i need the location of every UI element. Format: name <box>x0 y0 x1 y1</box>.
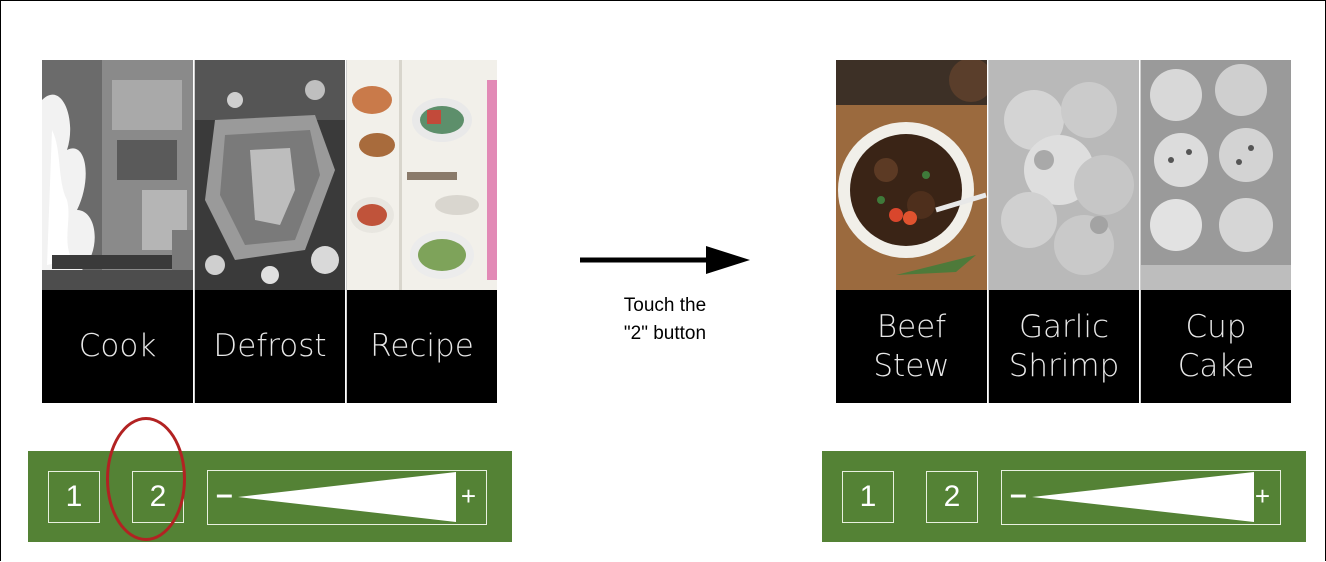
plus-icon[interactable]: + <box>1255 480 1270 512</box>
minus-icon[interactable]: – <box>1010 477 1027 513</box>
slider-wedge <box>1032 472 1254 522</box>
control-panel-before: 1 2 – + <box>28 451 512 542</box>
transition-arrow <box>578 240 753 280</box>
level-slider[interactable]: – + <box>207 470 487 525</box>
control-panel-after: 1 2 – + <box>822 451 1306 542</box>
highlight-circle <box>106 417 186 541</box>
level-slider[interactable]: – + <box>1001 470 1281 525</box>
tile-cook[interactable]: Cook <box>42 60 193 403</box>
tile-label: Garlic Shrimp <box>988 290 1139 403</box>
beef-stew-photo <box>836 60 987 290</box>
tile-label: Beef Stew <box>836 290 987 403</box>
tile-cup-cake[interactable]: Cup Cake <box>1140 60 1291 403</box>
slider-wedge <box>238 472 456 522</box>
button-1[interactable]: 1 <box>842 471 894 523</box>
garlic-shrimp-photo <box>988 60 1139 290</box>
chef-flambe-photo <box>42 60 193 290</box>
plus-icon[interactable]: + <box>461 480 476 512</box>
tile-label: Cup Cake <box>1140 290 1291 403</box>
frozen-steak-photo <box>194 60 345 290</box>
transition-caption: Touch the "2" button <box>623 295 707 344</box>
button-2[interactable]: 2 <box>926 471 978 523</box>
tile-label: Recipe <box>346 290 497 403</box>
tile-label: Cook <box>42 290 193 403</box>
cupcake-tray-photo <box>1140 60 1291 290</box>
minus-icon[interactable]: – <box>216 477 233 513</box>
menu-screen-before: Cook Defrost Recipe <box>42 60 497 403</box>
menu-screen-after: Beef Stew Garlic Shrimp Cup Cake <box>836 60 1291 403</box>
button-1[interactable]: 1 <box>48 471 100 523</box>
tile-defrost[interactable]: Defrost <box>194 60 345 403</box>
tile-recipe[interactable]: Recipe <box>346 60 497 403</box>
recipe-book-photo <box>346 60 497 290</box>
tile-label: Defrost <box>194 290 345 403</box>
tile-beef-stew[interactable]: Beef Stew <box>836 60 987 403</box>
tile-garlic-shrimp[interactable]: Garlic Shrimp <box>988 60 1139 403</box>
